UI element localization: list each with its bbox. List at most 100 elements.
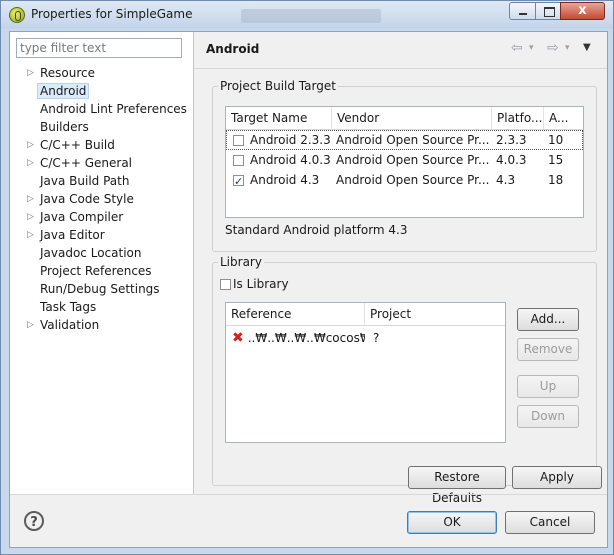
- cell-text: Android Open Source Pr...: [336, 153, 490, 167]
- add-library-button[interactable]: Add...: [517, 308, 579, 331]
- reference-text: ..₩..₩..₩..₩cocos₩...: [247, 331, 365, 345]
- up-button[interactable]: Up: [517, 375, 579, 398]
- cell-api: 10: [544, 130, 583, 150]
- tree-item[interactable]: Java Build Path: [10, 172, 193, 190]
- tree-item[interactable]: Project References: [10, 262, 193, 280]
- tree-item-label: Project References: [40, 264, 152, 278]
- cell-vendor: Android Open Source Pr...: [332, 130, 492, 150]
- library-table[interactable]: Reference Project ✖..₩..₩..₩..₩cocos₩...…: [225, 302, 506, 443]
- cell-name: Android 2.3.3: [226, 130, 332, 150]
- tree-item-label: Java Build Path: [40, 174, 130, 188]
- tree-item-label: Java Code Style: [40, 192, 134, 206]
- page-title: Android: [206, 42, 260, 56]
- back-dropdown-icon[interactable]: ▾: [529, 40, 534, 56]
- expand-arrow-icon[interactable]: ▷: [27, 154, 37, 172]
- expand-arrow-icon[interactable]: ▷: [27, 190, 37, 208]
- cell-text: Android Open Source Pr...: [336, 173, 490, 187]
- button-bar-separator: [10, 494, 607, 495]
- build-target-row[interactable]: Android 4.3 Android Open Source Pr... 4.3 1…: [226, 170, 583, 190]
- tree-item[interactable]: ▷ Java Editor: [10, 226, 193, 244]
- view-menu-icon[interactable]: ▼: [583, 40, 591, 56]
- ok-button[interactable]: OK: [407, 511, 497, 534]
- build-target-table[interactable]: Target Name Vendor Platfo... A... Androi…: [225, 106, 584, 218]
- build-target-table-header: Target Name Vendor Platfo... A...: [226, 107, 583, 130]
- cell-api: 15: [544, 150, 583, 170]
- tree-item[interactable]: Run/Debug Settings: [10, 280, 193, 298]
- title-bar[interactable]: Properties for SimpleGame x: [1, 1, 613, 29]
- library-row[interactable]: ✖..₩..₩..₩..₩cocos₩...?: [226, 328, 505, 348]
- cell-vendor: Android Open Source Pr...: [332, 150, 492, 170]
- close-button[interactable]: x: [560, 2, 605, 20]
- tree-item-label: Android Lint Preferences: [40, 102, 187, 116]
- cell-text: 4.0.3: [496, 153, 527, 167]
- cell-text: Android 4.3: [250, 173, 320, 187]
- filter-input[interactable]: [16, 38, 182, 58]
- build-target-row[interactable]: Android 2.3.3 Android Open Source Pr... 2.…: [226, 130, 583, 150]
- eclipse-app-icon: [9, 7, 25, 23]
- cell-project: ?: [373, 331, 380, 345]
- minimize-icon: [519, 13, 527, 15]
- tree-item-label: Run/Debug Settings: [40, 282, 160, 296]
- tree-item[interactable]: ▷ Java Code Style: [10, 190, 193, 208]
- tree-item[interactable]: ▷ Validation: [10, 316, 193, 334]
- forward-dropdown-icon[interactable]: ▾: [565, 40, 570, 56]
- column-reference[interactable]: Reference: [226, 303, 365, 325]
- maximize-button[interactable]: [535, 2, 561, 20]
- column-vendor[interactable]: Vendor: [332, 107, 492, 129]
- column-platform[interactable]: Platfo...: [492, 107, 544, 129]
- column-target-name[interactable]: Target Name: [226, 107, 332, 129]
- cell-text: 10: [548, 133, 564, 147]
- tree-item-label: C/C++ General: [40, 156, 133, 170]
- cell-vendor: Android Open Source Pr...: [332, 170, 492, 190]
- down-button[interactable]: Down: [517, 405, 579, 428]
- tree-item-label: Android: [37, 83, 90, 99]
- remove-library-button[interactable]: Remove: [517, 338, 579, 361]
- build-target-row[interactable]: Android 4.0.3 Android Open Source Pr... 4.…: [226, 150, 583, 170]
- cell-text: 4.3: [496, 173, 516, 187]
- tree-item[interactable]: Task Tags: [10, 298, 193, 316]
- tree-item[interactable]: ▷ C/C++ General: [10, 154, 193, 172]
- cell-text: 2.3.3: [496, 133, 527, 147]
- tree-item[interactable]: Android Lint Preferences: [10, 100, 193, 118]
- tree-item[interactable]: ▷ C/C++ Build: [10, 136, 193, 154]
- target-checkbox[interactable]: [233, 135, 244, 146]
- cell-platform: 4.0.3: [492, 150, 544, 170]
- help-icon[interactable]: ?: [24, 511, 44, 531]
- expand-arrow-icon[interactable]: ▷: [27, 64, 37, 82]
- window-title: Properties for SimpleGame: [31, 7, 193, 21]
- apply-button[interactable]: Apply: [512, 466, 602, 489]
- cell-text: 15: [548, 153, 564, 167]
- tree-item[interactable]: Builders: [10, 118, 193, 136]
- build-target-status: Standard Android platform 4.3: [225, 223, 408, 237]
- target-checkbox[interactable]: [233, 155, 244, 166]
- minimize-button[interactable]: [509, 2, 536, 20]
- is-library-checkbox[interactable]: Is Library: [220, 276, 289, 292]
- expand-arrow-icon[interactable]: ▷: [27, 316, 37, 334]
- restore-defaults-button[interactable]: Restore Defaults: [408, 466, 506, 505]
- expand-arrow-icon[interactable]: ▷: [27, 136, 37, 154]
- tree-item-label: Java Compiler: [40, 210, 124, 224]
- close-icon: x: [578, 3, 587, 18]
- property-page: Android ⇦ ▾ ⇨ ▾ ▼ Project Build Target T…: [194, 32, 607, 505]
- tree-item[interactable]: ▷ Java Compiler: [10, 208, 193, 226]
- cell-text: Android 2.3.3: [250, 133, 331, 147]
- tree-item[interactable]: Javadoc Location: [10, 244, 193, 262]
- forward-arrow-icon[interactable]: ⇨: [547, 40, 559, 56]
- cell-reference: ✖..₩..₩..₩..₩cocos₩...: [226, 328, 365, 348]
- page-navigation: ⇦ ▾ ⇨ ▾ ▼: [507, 40, 597, 56]
- is-library-checkbox-box[interactable]: [220, 279, 231, 290]
- tree-item[interactable]: Android: [10, 82, 193, 100]
- column-project[interactable]: Project: [365, 303, 505, 325]
- cancel-button[interactable]: Cancel: [505, 511, 595, 534]
- target-checkbox[interactable]: [233, 172, 244, 190]
- expand-arrow-icon[interactable]: ▷: [27, 226, 37, 244]
- back-arrow-icon[interactable]: ⇦: [511, 40, 523, 56]
- cell-text: Android 4.0.3: [250, 153, 331, 167]
- column-api[interactable]: A...: [544, 107, 583, 129]
- build-target-group-title: Project Build Target: [218, 79, 338, 93]
- expand-arrow-icon[interactable]: ▷: [27, 208, 37, 226]
- cell-platform: 4.3: [492, 170, 544, 190]
- error-icon: ✖: [232, 330, 244, 346]
- tree-item[interactable]: ▷ Resource: [10, 64, 193, 82]
- background-window-ghost: [241, 9, 381, 23]
